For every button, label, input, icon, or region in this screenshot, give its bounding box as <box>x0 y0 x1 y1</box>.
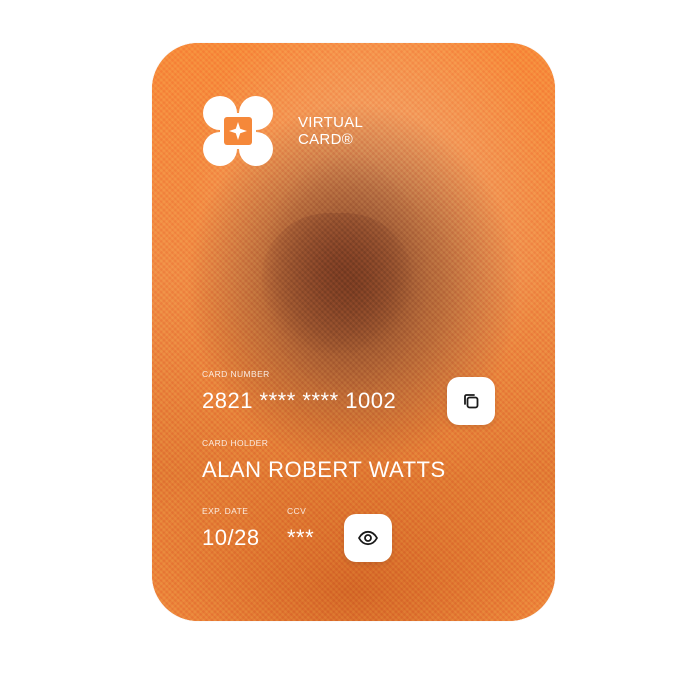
reveal-ccv-button[interactable] <box>344 514 392 562</box>
card-brand-logo <box>203 96 273 166</box>
card-number-label: CARD NUMBER <box>202 369 270 379</box>
card-holder-label: CARD HOLDER <box>202 438 269 448</box>
copy-card-number-button[interactable] <box>447 377 495 425</box>
ccv-label: CCV <box>287 506 307 516</box>
brand-line-2: CARD® <box>298 131 354 148</box>
card-holder-name: ALAN ROBERT WATTS <box>202 457 446 482</box>
ccv-value: *** <box>287 525 315 550</box>
card-brand-name: VIRTUAL CARD® <box>298 114 363 148</box>
exp-date-label: EXP. DATE <box>202 506 249 516</box>
eye-icon <box>358 530 378 546</box>
virtual-card: VIRTUAL CARD® CARD NUMBER 2821 **** ****… <box>152 43 555 621</box>
exp-date: 10/28 <box>202 525 260 550</box>
brand-line-1: VIRTUAL <box>298 114 364 131</box>
copy-icon <box>464 394 479 409</box>
card-number: 2821 **** **** 1002 <box>202 388 397 413</box>
stage: VIRTUAL CARD® CARD NUMBER 2821 **** ****… <box>0 0 693 687</box>
